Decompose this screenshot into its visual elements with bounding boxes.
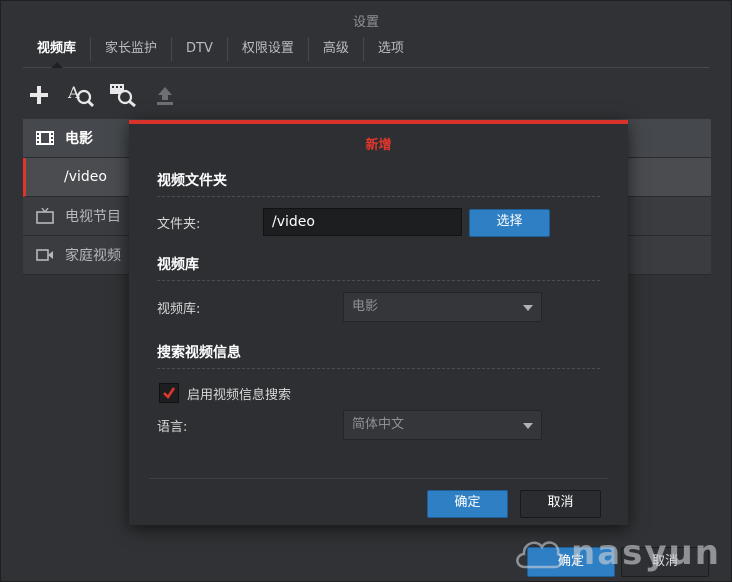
watermark-text: nasyun — [571, 533, 721, 573]
language-label: 语言: — [157, 420, 188, 435]
folder-label: 文件夹: — [157, 217, 201, 232]
list-item-label: 家庭视频 — [65, 248, 121, 264]
library-select-value: 电影 — [352, 299, 379, 314]
tab-permissions[interactable]: 权限设置 — [228, 37, 309, 61]
upload-icon[interactable] — [151, 81, 179, 109]
dialog-title: 新增 — [365, 138, 392, 153]
list-item-label: /video — [64, 169, 107, 185]
library-section-heading: 视频库 — [157, 254, 600, 281]
chevron-down-icon — [523, 423, 533, 429]
folder-section-heading: 视频文件夹 — [157, 170, 600, 197]
search-section-heading: 搜索视频信息 — [157, 342, 600, 369]
folder-input[interactable]: /video — [263, 208, 462, 236]
camcorder-icon — [35, 247, 55, 263]
window-title: 设置 — [352, 15, 379, 30]
list-item-label: 电影 — [65, 131, 93, 147]
toolbar: A — [25, 81, 179, 109]
tab-advanced[interactable]: 高级 — [309, 37, 364, 61]
choose-button[interactable]: 选择 — [469, 209, 550, 237]
watermark: nasyun — [513, 529, 721, 577]
dialog-ok-button[interactable]: 确定 — [427, 490, 508, 518]
library-label: 视频库: — [157, 302, 201, 317]
list-item-label: 电视节目 — [65, 209, 121, 225]
tab-options[interactable]: 选项 — [364, 37, 418, 61]
language-select[interactable]: 简体中文 — [343, 410, 542, 440]
film-icon — [35, 130, 55, 146]
tab-bar: 视频库 家长监护 DTV 权限设置 高级 选项 — [23, 37, 709, 68]
add-icon[interactable] — [25, 81, 53, 109]
library-select[interactable]: 电影 — [343, 292, 542, 322]
search-text-icon[interactable]: A — [67, 81, 95, 109]
enable-search-checkbox[interactable] — [159, 383, 179, 403]
enable-search-label: 启用视频信息搜索 — [187, 388, 292, 403]
dialog-divider — [149, 478, 608, 479]
dialog-cancel-button[interactable]: 取消 — [520, 490, 601, 518]
language-select-value: 简体中文 — [352, 417, 405, 432]
add-dialog: 新增 视频文件夹 文件夹: /video 选择 视频库 视频库: 电影 搜索视频… — [129, 120, 628, 525]
cloud-logo-icon — [516, 541, 564, 569]
tab-dtv[interactable]: DTV — [172, 37, 228, 61]
search-video-icon[interactable] — [109, 81, 137, 109]
tab-video-library[interactable]: 视频库 — [23, 37, 92, 68]
checkmark-icon — [163, 387, 176, 400]
tab-parental-control[interactable]: 家长监护 — [91, 37, 173, 61]
chevron-down-icon — [523, 305, 533, 311]
tv-icon — [35, 208, 55, 224]
